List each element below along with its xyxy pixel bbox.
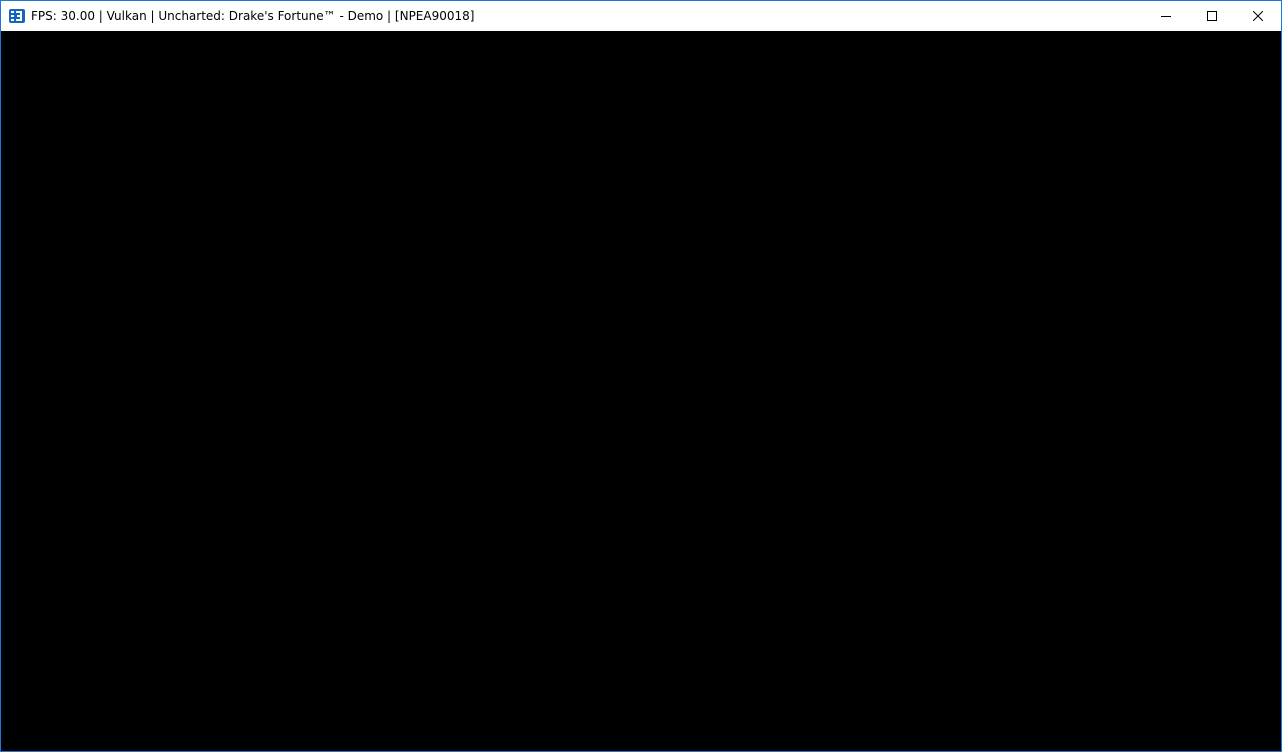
minimize-icon	[1161, 11, 1171, 21]
game-viewport[interactable]	[1, 31, 1281, 751]
close-button[interactable]	[1235, 1, 1281, 31]
maximize-icon	[1207, 11, 1217, 21]
emulator-window: FPS: 30.00 | Vulkan | Uncharted: Drake's…	[0, 0, 1282, 752]
close-icon	[1253, 11, 1263, 21]
window-title: FPS: 30.00 | Vulkan | Uncharted: Drake's…	[31, 9, 475, 23]
rpcs3-icon[interactable]	[9, 8, 25, 24]
maximize-button[interactable]	[1189, 1, 1235, 31]
title-bar[interactable]: FPS: 30.00 | Vulkan | Uncharted: Drake's…	[1, 1, 1281, 31]
minimize-button[interactable]	[1143, 1, 1189, 31]
